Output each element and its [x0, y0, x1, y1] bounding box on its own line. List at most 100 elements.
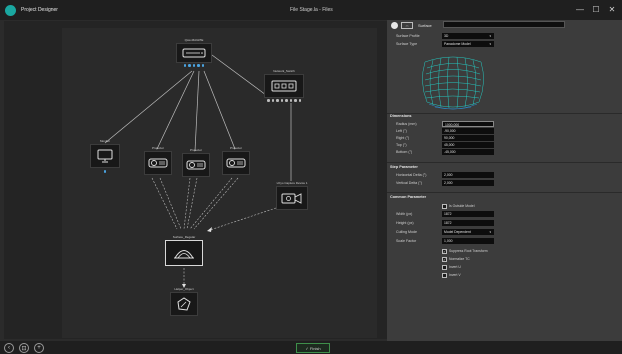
- width-label: Width (px): [396, 212, 413, 216]
- culling-mode-select[interactable]: Model Dependent ▾: [442, 229, 494, 235]
- radius-label: Radius (mm): [396, 122, 417, 126]
- node-helper-object[interactable]: Helper_Object: [166, 287, 202, 319]
- node-label: Network_Switch: [273, 69, 295, 73]
- wire-projector-3-surface: [189, 177, 233, 230]
- horizontal-delta-label: Horizontal Delta (°): [396, 173, 427, 177]
- properties-panel: ▭ Surface Surface Profile 3D ▾ Surface T…: [387, 20, 622, 341]
- row-height: Height (px) 1872: [387, 220, 622, 227]
- wire-projector-2-surface-b: [186, 177, 198, 230]
- chevron-down-icon: ▾: [489, 34, 491, 38]
- vertical-delta-label: Vertical Delta (°): [396, 181, 423, 185]
- node-projector-2[interactable]: Projector: [180, 148, 212, 180]
- surface-type-label: Surface Type: [396, 42, 418, 46]
- node-label: Projector: [189, 148, 202, 152]
- section-dimensions: Dimensions: [390, 114, 412, 118]
- invert-u-label: Invert U: [449, 265, 461, 269]
- node-projector-1[interactable]: Projector: [142, 146, 174, 178]
- wire-projector-2-surface: [183, 177, 191, 230]
- section-step-parameter: Step Parameter: [390, 165, 418, 169]
- projector-icon: [226, 158, 246, 168]
- app-title: Project Designer: [21, 7, 58, 13]
- invert-u-row: Invert U: [442, 264, 461, 270]
- row-surface-type: Surface Type Panadome Model ▾: [387, 41, 622, 48]
- object-name-input[interactable]: [443, 21, 565, 28]
- surface-type-value: Panadome Model: [444, 42, 471, 46]
- properties-header: ▭ Surface: [387, 20, 622, 31]
- wire-projector-3-surface-b: [193, 177, 239, 230]
- left-label: Left (°): [396, 129, 407, 133]
- node-label: Monitor: [99, 139, 110, 143]
- node-label: Projector: [229, 146, 242, 150]
- bottom-input[interactable]: -45,000: [442, 149, 494, 155]
- document-title: File Stage.la - Files: [290, 7, 333, 13]
- node-graph-canvas[interactable]: Qsw-MAGPIE Network_Switch Monitor Projec…: [4, 21, 387, 339]
- culling-mode-label: Culling Mode: [396, 230, 417, 234]
- width-input[interactable]: 1872: [442, 211, 494, 217]
- finish-button[interactable]: ✓ Finish: [296, 343, 330, 353]
- right-label: Right (°): [396, 136, 410, 140]
- invert-v-label: Invert V: [449, 273, 461, 277]
- previous-button[interactable]: ‹: [4, 343, 14, 353]
- radius-input[interactable]: 1000,000: [442, 121, 494, 127]
- vertical-delta-input[interactable]: 2,000: [442, 180, 494, 186]
- suppress-root-label: Suppress Root Transform: [449, 249, 488, 253]
- row-culling-mode: Culling Mode Model Dependent ▾: [387, 229, 622, 236]
- wire-switch-projector-2: [194, 70, 200, 152]
- wire-switch-monitor: [104, 70, 193, 144]
- node-surface-regular[interactable]: Surface_Regular: [164, 231, 204, 267]
- horizontal-delta-input[interactable]: 2,000: [442, 172, 494, 178]
- row-surface-profile: Surface Profile 3D ▾: [387, 33, 622, 40]
- culling-mode-value: Model Dependent: [444, 230, 471, 234]
- chevron-down-icon: ▾: [489, 42, 491, 46]
- surface-profile-value: 3D: [444, 34, 449, 38]
- projector-icon: [186, 160, 206, 170]
- wire-switch-projector-3: [203, 70, 236, 150]
- node-label: Surface_Regular: [172, 235, 196, 239]
- close-button[interactable]: ✕: [606, 3, 618, 15]
- row-scale-factor: Scale Factor 1,000: [387, 238, 622, 245]
- add-button[interactable]: +: [34, 343, 44, 353]
- is-outside-model-checkbox[interactable]: [442, 203, 447, 209]
- invert-u-checkbox[interactable]: [442, 264, 447, 270]
- node-projector-3[interactable]: Projector: [220, 146, 252, 178]
- node-label: vOyo Capture Device 1: [276, 181, 308, 185]
- row-width: Width (px) 1872: [387, 211, 622, 218]
- node-main-switch[interactable]: Qsw-MAGPIE: [174, 38, 214, 68]
- right-input[interactable]: 90,000: [442, 135, 494, 141]
- surface-profile-select[interactable]: 3D ▾: [442, 33, 494, 39]
- surface-mesh-preview: [422, 56, 484, 110]
- frame-button[interactable]: ⊡: [19, 343, 29, 353]
- top-input[interactable]: 45,000: [442, 142, 494, 148]
- height-input[interactable]: 1872: [442, 220, 494, 226]
- monitor-icon: [97, 149, 113, 163]
- invert-v-row: Invert V: [442, 272, 461, 278]
- node-monitor[interactable]: Monitor: [88, 139, 122, 175]
- height-label: Height (px): [396, 221, 414, 225]
- minimize-button[interactable]: —: [574, 3, 586, 15]
- maximize-button[interactable]: ☐: [590, 3, 602, 15]
- left-input[interactable]: -90,000: [442, 128, 494, 134]
- scale-factor-input[interactable]: 1,000: [442, 238, 494, 244]
- helper-shape-icon: [177, 297, 191, 311]
- row-top: Top (°) 45,000: [387, 142, 622, 149]
- node-capture-device[interactable]: vOyo Capture Device 1: [272, 181, 312, 211]
- section-common-parameter: Common Parameter: [390, 195, 427, 199]
- node-network-switch[interactable]: Network_Switch: [262, 69, 306, 105]
- row-right: Right (°) 90,000: [387, 135, 622, 142]
- object-type-label: Surface: [418, 23, 432, 28]
- top-label: Top (°): [396, 143, 407, 147]
- wire-switch-projector-1: [156, 70, 195, 150]
- network-switch-icon: [271, 80, 297, 92]
- surface-type-select[interactable]: Panadome Model ▾: [442, 41, 494, 47]
- is-outside-model-row: Is Outside Model: [442, 203, 474, 209]
- row-left: Left (°) -90,000: [387, 128, 622, 135]
- title-bar: Project Designer File Stage.la - Files —…: [0, 0, 622, 20]
- row-bottom: Bottom (°) -45,000: [387, 149, 622, 156]
- normalize-tc-checkbox[interactable]: ✓: [442, 256, 447, 262]
- invert-v-checkbox[interactable]: [442, 272, 447, 278]
- selection-indicator-icon[interactable]: [391, 22, 398, 29]
- server-icon: [182, 48, 206, 58]
- camera-icon: [281, 193, 302, 204]
- suppress-root-checkbox[interactable]: ✓: [442, 248, 447, 254]
- row-vertical-delta: Vertical Delta (°) 2,000: [387, 180, 622, 187]
